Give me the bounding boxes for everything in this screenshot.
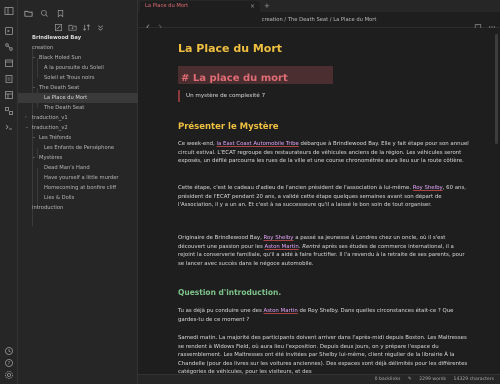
settings-icon[interactable] bbox=[4, 370, 14, 380]
heading-presenter[interactable]: Présenter le Mystère bbox=[178, 122, 279, 132]
folder-traduction-v2[interactable]: ⌄ traduction_v2 bbox=[18, 123, 138, 133]
new-tab-button[interactable]: + bbox=[264, 1, 270, 11]
file-soleil-trous-noirs[interactable]: Soleil et Trous noirs bbox=[18, 73, 138, 83]
file-lies-dolls[interactable]: Lies & Dolls bbox=[18, 193, 138, 203]
template-icon[interactable] bbox=[4, 90, 14, 100]
folder-traduction-v1[interactable]: › traduction_v1 bbox=[18, 113, 138, 123]
vault-name[interactable]: Brindlewood Bay bbox=[18, 33, 138, 43]
status-bar: 0 backlinks ✎ 2299 words 14329 character… bbox=[138, 374, 500, 384]
collapse-icon[interactable] bbox=[96, 17, 105, 31]
internal-link[interactable]: la East Coast Automobile Tribe bbox=[217, 141, 299, 147]
internal-link[interactable]: Aston Martin bbox=[264, 308, 298, 314]
chevron-down-icon: ⌄ bbox=[32, 85, 36, 90]
scrollbar[interactable] bbox=[495, 34, 498, 144]
explorer-toolbar bbox=[18, 17, 138, 32]
file-introduction[interactable]: introduction bbox=[18, 203, 138, 213]
paragraph-1[interactable]: Ce week-end, la East Coast Automobile Tr… bbox=[178, 140, 472, 166]
folder-the-death-seat[interactable]: ⌄ The Death Seat bbox=[18, 83, 138, 93]
ribbon: ? bbox=[0, 0, 18, 384]
internal-link[interactable]: Roy Shelby bbox=[413, 185, 443, 191]
page-title[interactable]: La Place du Mort bbox=[178, 42, 282, 55]
folder-black-holed-sun[interactable]: ⌄ Black Holed Sun bbox=[18, 53, 138, 63]
tab-title: La Place du Mort bbox=[145, 3, 189, 9]
word-count: 2299 words bbox=[419, 377, 447, 382]
tab-bar: La Place du Mort × + bbox=[138, 0, 500, 12]
book-icon[interactable] bbox=[474, 16, 482, 31]
file-les-enfants[interactable]: Les Enfants de Perséphone bbox=[18, 143, 138, 153]
canvas-icon[interactable] bbox=[4, 106, 14, 116]
svg-text:?: ? bbox=[8, 361, 11, 367]
file-dead-mans-hand[interactable]: Dead Man's Hand bbox=[18, 163, 138, 173]
paragraph-2[interactable]: Cette étape, c'est le cadeau d'adieu de … bbox=[178, 184, 472, 210]
folder-les-trefonds[interactable]: ⌄ Les Tréfonds bbox=[18, 133, 138, 143]
terminal-icon[interactable] bbox=[4, 122, 14, 132]
daily-note-icon[interactable] bbox=[4, 74, 14, 84]
paragraph-3[interactable]: Originaire de Brindlewood Bay, Roy Shelb… bbox=[178, 234, 472, 268]
command-icon[interactable] bbox=[4, 26, 14, 36]
more-icon[interactable] bbox=[488, 16, 496, 28]
file-the-death-seat[interactable]: The Death Seat bbox=[18, 103, 138, 113]
editor[interactable]: La Place du Mort # La place du mort Un m… bbox=[138, 28, 500, 374]
backlinks-count[interactable]: 0 backlinks bbox=[375, 377, 401, 382]
breadcrumb[interactable]: creation / The Death Seat / La Place du … bbox=[138, 12, 500, 28]
file-la-place-du-mort[interactable]: La Place du Mort bbox=[18, 93, 138, 103]
folder-icon[interactable] bbox=[24, 3, 33, 17]
view-header: creation / The Death Seat / La Place du … bbox=[138, 12, 500, 31]
search-icon[interactable] bbox=[40, 3, 49, 17]
h1-markdown-line[interactable]: # La place du mort bbox=[178, 66, 333, 84]
tab-la-place-du-mort[interactable]: La Place du Mort × bbox=[140, 1, 260, 12]
file-a-la-poursuite[interactable]: A la poursuite du Soleil bbox=[18, 63, 138, 73]
chevron-down-icon: ⌄ bbox=[25, 125, 29, 130]
folder-mysteres[interactable]: ⌄ Mystères bbox=[18, 153, 138, 163]
close-icon[interactable]: × bbox=[250, 1, 255, 12]
blockquote[interactable]: Un mystère de complexité 7 bbox=[178, 90, 472, 102]
new-note-icon[interactable] bbox=[54, 17, 63, 32]
folder-creation[interactable]: creation bbox=[18, 43, 138, 53]
internal-link[interactable]: Aston Martin bbox=[265, 244, 299, 250]
sidebar-toggle-icon[interactable] bbox=[4, 6, 14, 16]
bookmark-icon[interactable] bbox=[56, 3, 65, 18]
file-homecoming[interactable]: Homecoming at bonfire cliff bbox=[18, 183, 138, 193]
paragraph-5[interactable]: Samedi matin. La majorité des participan… bbox=[178, 334, 472, 374]
new-folder-icon[interactable] bbox=[68, 17, 77, 31]
internal-link[interactable]: Roy Shelby bbox=[264, 235, 294, 241]
sidebar-header bbox=[18, 0, 137, 18]
chevron-down-icon: ⌄ bbox=[32, 155, 36, 160]
char-count: 14329 characters bbox=[453, 377, 494, 382]
help-icon[interactable]: ? bbox=[4, 358, 14, 368]
heading-question[interactable]: Question d'introduction. bbox=[178, 288, 281, 297]
sort-icon[interactable] bbox=[82, 17, 91, 31]
chevron-down-icon: ⌄ bbox=[32, 135, 36, 140]
calendar-icon[interactable] bbox=[4, 58, 14, 68]
vault-switch-icon[interactable] bbox=[4, 346, 14, 356]
chevron-down-icon: ⌄ bbox=[32, 55, 36, 60]
paragraph-4[interactable]: Tu as déjà pu conduire une des Aston Mar… bbox=[178, 307, 472, 324]
edit-icon[interactable]: ✎ bbox=[408, 377, 412, 382]
status-text: 0 backlinks ✎ 2299 words 14329 character… bbox=[369, 375, 494, 384]
file-explorer: Brindlewood Bay creation ⌄ Black Holed Su… bbox=[18, 0, 138, 384]
graph-icon[interactable] bbox=[4, 42, 14, 52]
file-have-yourself[interactable]: Have yourself a little murder bbox=[18, 173, 138, 183]
chevron-right-icon: › bbox=[25, 115, 27, 120]
